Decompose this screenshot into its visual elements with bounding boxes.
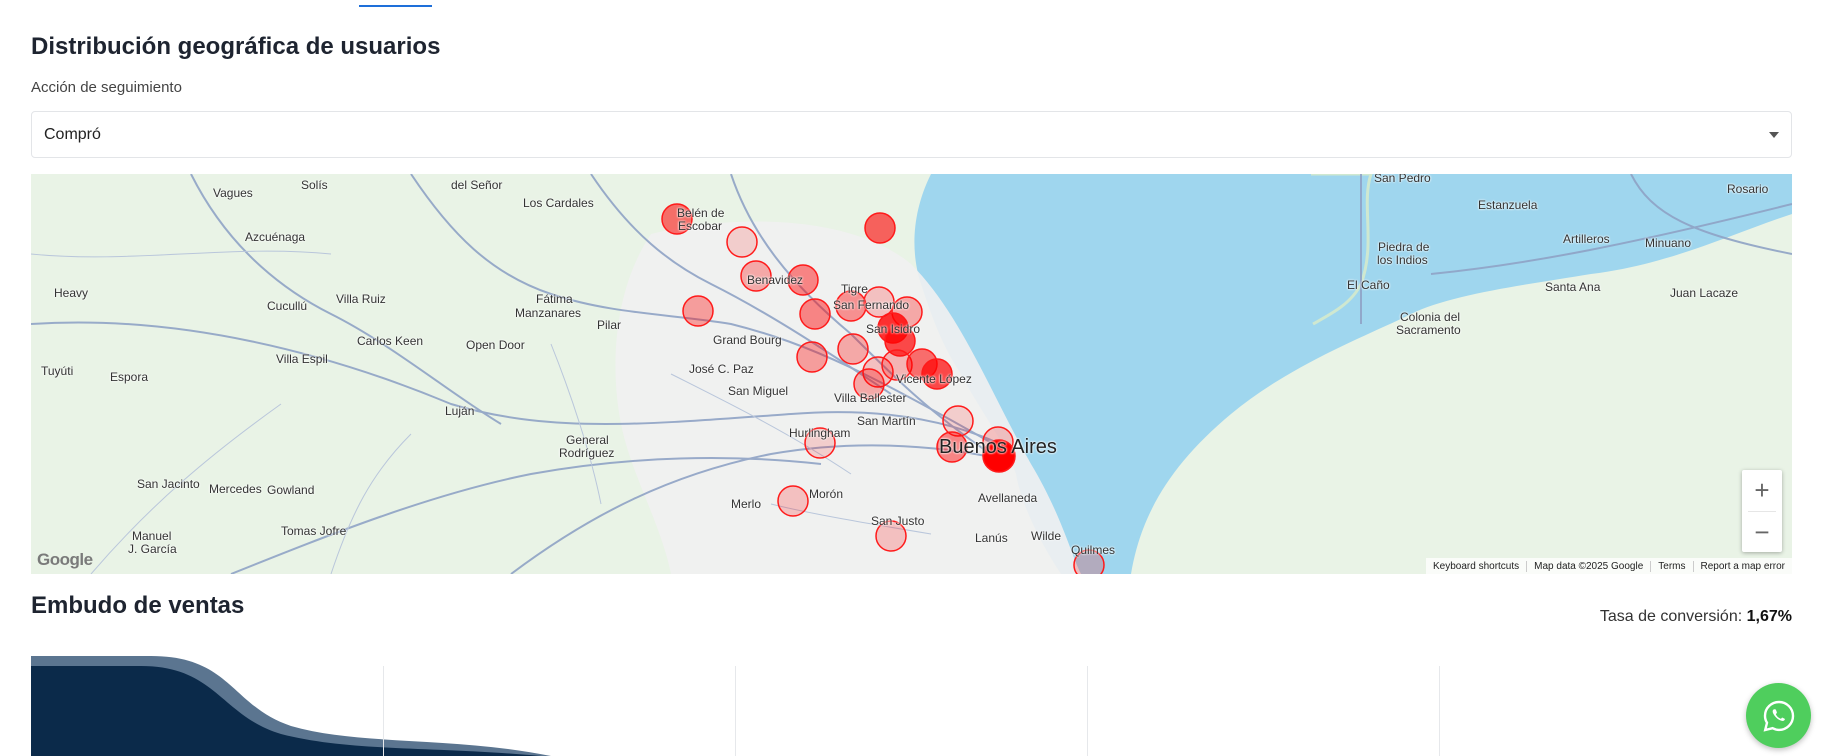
funnel-primary-shape [31, 666, 541, 756]
zoom-in-button[interactable]: + [1742, 470, 1782, 511]
map-place-label: Villa Ballester [834, 391, 907, 405]
map-place-label: J. García [128, 542, 177, 556]
user-location-point[interactable] [796, 341, 828, 373]
user-location-point[interactable] [777, 485, 809, 517]
follow-action-selected-value: Compró [44, 125, 101, 143]
map-place-label: Tuyúti [41, 364, 74, 378]
map-place-label: Mercedes [209, 482, 262, 496]
map-place-label: Pilar [597, 318, 622, 332]
map-place-label: Escobar [678, 219, 723, 233]
map-place-label: Hurlingham [789, 426, 851, 440]
map-place-label: Grand Bourg [713, 333, 782, 347]
map-place-label: Villa Ruiz [336, 292, 386, 306]
map-place-label: Minuano [1645, 236, 1692, 250]
report-map-error-link[interactable]: Report a map error [1692, 560, 1792, 572]
map-place-label: Heavy [54, 286, 89, 300]
map-place-label: Wilde [1031, 529, 1062, 543]
funnel-column-separator [1439, 666, 1440, 756]
funnel-column-separator [383, 666, 384, 756]
map-place-label: Estanzuela [1478, 198, 1538, 212]
map-place-label: Rodríguez [559, 446, 615, 460]
user-location-point[interactable] [837, 333, 869, 365]
map-place-label: Santa Ana [1545, 280, 1601, 294]
map-place-label: Merlo [731, 497, 762, 511]
map-place-label: Carlos Keen [357, 334, 424, 348]
users-map[interactable]: Solís del Señor Vagues Los Cardales Belén de… [31, 174, 1792, 574]
map-place-label: San Fernando [833, 298, 910, 312]
conversion-rate: Tasa de conversión: 1,67% [1600, 608, 1792, 626]
map-place-label: Vagues [213, 186, 253, 200]
map-place-label: Villa Espil [276, 352, 328, 366]
map-place-label: del Señor [451, 178, 503, 192]
conversion-rate-value: 1,67% [1746, 608, 1792, 625]
follow-action-select[interactable]: Compró [31, 111, 1792, 158]
chevron-down-icon [1769, 131, 1779, 138]
keyboard-shortcuts-link[interactable]: Keyboard shortcuts [1426, 561, 1526, 572]
map-place-label: Cucullú [267, 299, 308, 313]
user-location-point[interactable] [682, 295, 714, 327]
map-place-label: Artilleros [1563, 232, 1610, 246]
funnel-shape [31, 656, 551, 756]
map-place-label: Espora [110, 370, 149, 384]
map-place-label: Fátima [536, 292, 573, 306]
map-place-label: Azcuénaga [245, 230, 306, 244]
map-place-label: José C. Paz [689, 362, 754, 376]
map-place-label: General [566, 433, 609, 447]
map-place-label: Luján [445, 404, 475, 418]
map-place-label: Piedra de [1378, 240, 1430, 254]
map-place-label: Morón [809, 487, 844, 501]
map-place-label: Tomas Jofre [281, 524, 347, 538]
map-place-label: San Pedro [1374, 174, 1431, 185]
map-footer: Keyboard shortcuts Map data ©2025 Google… [1425, 558, 1792, 574]
map-place-label: Manuel [132, 529, 172, 543]
map-place-label: San Martín [857, 414, 916, 428]
map-place-label: San Miguel [728, 384, 789, 398]
sales-funnel-title: Embudo de ventas [31, 592, 245, 619]
zoom-out-button[interactable]: − [1742, 512, 1782, 553]
map-zoom-control[interactable]: + − [1742, 470, 1782, 552]
map-place-label: Colonia del [1400, 310, 1461, 324]
user-location-point[interactable] [799, 298, 831, 330]
funnel-column-separator [735, 666, 736, 756]
map-place-label: Open Door [466, 338, 525, 352]
whatsapp-button[interactable] [1746, 683, 1811, 748]
map-place-label: Los Cardales [523, 196, 594, 210]
map-place-label: Gowland [267, 483, 315, 497]
user-location-point[interactable] [942, 405, 974, 437]
map-place-label: Buenos Aires [939, 436, 1057, 458]
geo-section-title: Distribución geográfica de usuarios [31, 33, 441, 60]
map-place-label: San Jacinto [137, 477, 200, 491]
map-place-label: Avellaneda [978, 491, 1038, 505]
map-place-label: Juan Lacaze [1670, 286, 1739, 300]
map-place-label: Rosario [1727, 182, 1769, 196]
user-location-point[interactable] [726, 226, 758, 258]
map-place-label: Lanús [975, 531, 1008, 545]
conversion-rate-label: Tasa de conversión: [1599, 608, 1743, 625]
map-place-label: Benavidez [747, 273, 804, 287]
map-place-label: Tigre [841, 282, 868, 296]
funnel-column-separator [1087, 666, 1088, 756]
map-place-label: El Caño [1347, 278, 1390, 292]
follow-action-label: Acción de seguimiento [31, 79, 182, 96]
map-place-label: Quilmes [1071, 543, 1116, 557]
user-location-point[interactable] [864, 212, 896, 244]
map-place-label: San Isidro [866, 322, 921, 336]
whatsapp-icon [1763, 700, 1794, 732]
map-place-label: Vicente López [896, 372, 972, 386]
map-place-label: Belén de [677, 206, 725, 220]
map-place-label: los Indios [1377, 253, 1428, 267]
google-logo: Google [37, 550, 93, 569]
terms-link[interactable]: Terms [1650, 560, 1692, 572]
map-place-label: San Justo [871, 514, 925, 528]
sales-funnel-chart [31, 656, 1792, 756]
map-data-attribution: Map data ©2025 Google [1526, 560, 1650, 572]
map-place-label: Manzanares [515, 306, 582, 320]
map-place-label: Sacramento [1396, 323, 1461, 337]
map-place-label: Solís [301, 178, 328, 192]
active-tab-indicator [359, 0, 432, 7]
